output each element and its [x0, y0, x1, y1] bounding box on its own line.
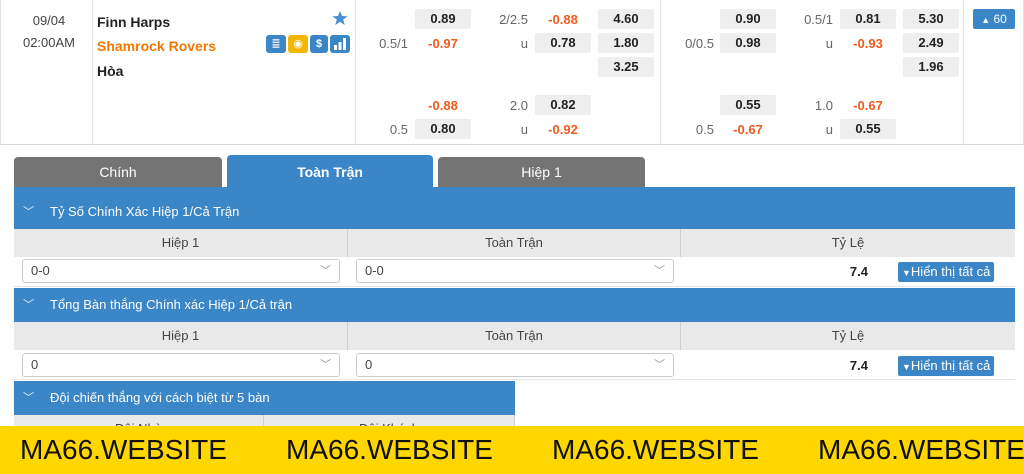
divider	[963, 0, 964, 145]
section-exact-score-header[interactable]: ﹀ Tỷ Số Chính Xác Hiệp 1/Cả Trận	[14, 195, 1015, 229]
divider	[92, 0, 93, 145]
ft-alt-over-odds[interactable]: 0.82	[535, 95, 591, 115]
col-header-full-match: Toàn Trận	[348, 229, 681, 257]
show-all-label: Hiển thị tất cả	[910, 264, 991, 279]
col-header-first-half: Hiệp 1	[14, 229, 348, 257]
chevron-down-icon: ﹀	[23, 299, 34, 311]
ft-under-label: u	[520, 36, 528, 51]
ft-home-odds[interactable]: 0.89	[415, 9, 471, 29]
caret-up-icon: ▲	[981, 15, 991, 25]
ft-alt-away-odds[interactable]: 0.80	[415, 119, 471, 139]
more-markets-count: 60	[993, 12, 1007, 26]
h1-home-odds[interactable]: 0.90	[720, 9, 776, 29]
h1-1x2-draw[interactable]: 1.96	[903, 57, 959, 77]
match-date: 09/04	[32, 13, 66, 28]
ft-1x2-away[interactable]: 1.80	[598, 33, 654, 53]
ft-alt-home-odds[interactable]: -0.88	[415, 98, 471, 114]
chevron-down-icon: ﹀	[654, 265, 665, 277]
tab-full-match[interactable]: Toàn Trận	[227, 155, 433, 187]
ft-alt-ou-line: 2.0	[509, 98, 528, 113]
away-team[interactable]: Shamrock Rovers	[97, 38, 216, 54]
h1-under-odds[interactable]: -0.93	[840, 36, 896, 52]
draw-label: Hòa	[97, 63, 124, 79]
chevron-down-icon: ﹀	[23, 392, 34, 404]
match-time: 02:00AM	[22, 35, 76, 50]
chart-icon[interactable]	[330, 35, 350, 53]
chevron-down-icon: ﹀	[654, 359, 665, 371]
section-total-goals-header[interactable]: ﹀ Tổng Bàn thắng Chính xác Hiệp 1/Cả trậ…	[14, 288, 1015, 322]
chevron-down-icon: ﹀	[320, 265, 331, 277]
col-header-full-match: Toàn Trận	[348, 322, 681, 350]
h1-alt-ou-line: 1.0	[814, 98, 833, 113]
ft-alt-under-odds[interactable]: -0.92	[535, 122, 591, 138]
ft-1x2-draw[interactable]: 3.25	[598, 57, 654, 77]
col-header-rate: Tỷ Lệ	[681, 322, 1015, 350]
odds-table: 09/04 02:00AM Finn Harps Shamrock Rovers…	[0, 0, 1024, 145]
watermark-text: MA66.WEBSITE	[286, 434, 493, 465]
select-value: 0	[31, 357, 39, 372]
tab-first-half[interactable]: Hiệp 1	[438, 157, 645, 187]
watermark-text: MA66.WEBSITE	[552, 434, 759, 465]
h1-alt-away-odds[interactable]: -0.67	[720, 122, 776, 138]
tab-underline	[14, 187, 1015, 195]
select-value: 0	[365, 357, 373, 372]
watermark-banner: MA66.WEBSITE MA66.WEBSITE MA66.WEBSITE M…	[0, 426, 1024, 474]
h1-alt-under-odds[interactable]: 0.55	[840, 119, 896, 139]
chevron-down-icon: ﹀	[23, 206, 34, 218]
section-title: Tỷ Số Chính Xác Hiệp 1/Cả Trận	[50, 204, 240, 219]
ft-handicap-line: 0.5/1	[379, 36, 408, 51]
h1-alt-handicap-line: 0.5	[695, 122, 714, 137]
ft-under-odds[interactable]: 0.78	[535, 33, 591, 53]
section-winning-margin-header[interactable]: ﹀ Đội chiến thắng với cách biệt từ 5 bàn	[14, 381, 515, 415]
h1-away-odds[interactable]: 0.98	[720, 33, 776, 53]
dollar-icon[interactable]: $	[310, 35, 328, 53]
total-goals-rate[interactable]: 7.4	[820, 358, 868, 373]
h1-alt-home-odds[interactable]: 0.55	[720, 95, 776, 115]
col-header-rate: Tỷ Lệ	[681, 229, 1015, 257]
show-all-label: Hiển thị tất cả	[910, 358, 991, 373]
divider	[0, 0, 1, 145]
star-icon[interactable]	[332, 10, 348, 26]
divider	[355, 0, 356, 145]
h1-ou-line: 0.5/1	[804, 12, 833, 27]
first-half-goals-select[interactable]: 0 ﹀	[22, 353, 340, 377]
h1-1x2-home[interactable]: 5.30	[903, 9, 959, 29]
show-all-button[interactable]: ▼Hiển thị tất cả	[898, 262, 995, 282]
h1-alt-over-odds[interactable]: -0.67	[840, 98, 896, 114]
chevron-down-icon: ﹀	[320, 359, 331, 371]
h1-handicap-line: 0/0.5	[685, 36, 714, 51]
select-value: 0-0	[31, 263, 50, 278]
tab-main[interactable]: Chính	[14, 157, 222, 187]
first-half-score-select[interactable]: 0-0 ﹀	[22, 259, 340, 283]
ft-over-odds[interactable]: -0.88	[535, 12, 591, 28]
coin-icon[interactable]: ◉	[288, 35, 308, 53]
ft-alt-under-label: u	[520, 122, 528, 137]
divider	[660, 0, 661, 145]
caret-down-icon: ▼	[902, 362, 911, 372]
h1-over-odds[interactable]: 0.81	[840, 9, 896, 29]
h1-under-label: u	[825, 36, 833, 51]
ft-alt-handicap-line: 0.5	[389, 122, 408, 137]
stats-icon[interactable]: ≣	[266, 35, 286, 53]
more-markets-button[interactable]: ▲ 60	[973, 9, 1015, 29]
full-match-score-select[interactable]: 0-0 ﹀	[356, 259, 674, 283]
select-value: 0-0	[365, 263, 384, 278]
col-header-first-half: Hiệp 1	[14, 322, 348, 350]
ft-1x2-home[interactable]: 4.60	[598, 9, 654, 29]
section-title: Tổng Bàn thắng Chính xác Hiệp 1/Cả trận	[50, 297, 293, 312]
caret-down-icon: ▼	[902, 268, 911, 278]
h1-alt-under-label: u	[825, 122, 833, 137]
watermark-text: MA66.WEBSITE	[20, 434, 227, 465]
h1-1x2-away[interactable]: 2.49	[903, 33, 959, 53]
section-title: Đội chiến thắng với cách biệt từ 5 bàn	[50, 390, 270, 405]
ft-away-odds[interactable]: -0.97	[415, 36, 471, 52]
full-match-goals-select[interactable]: 0 ﹀	[356, 353, 674, 377]
ft-ou-line: 2/2.5	[499, 12, 528, 27]
exact-score-rate[interactable]: 7.4	[820, 264, 868, 279]
home-team[interactable]: Finn Harps	[97, 14, 170, 30]
show-all-button[interactable]: ▼Hiển thị tất cả	[898, 356, 995, 376]
watermark-text: MA66.WEBSITE	[818, 434, 1024, 465]
